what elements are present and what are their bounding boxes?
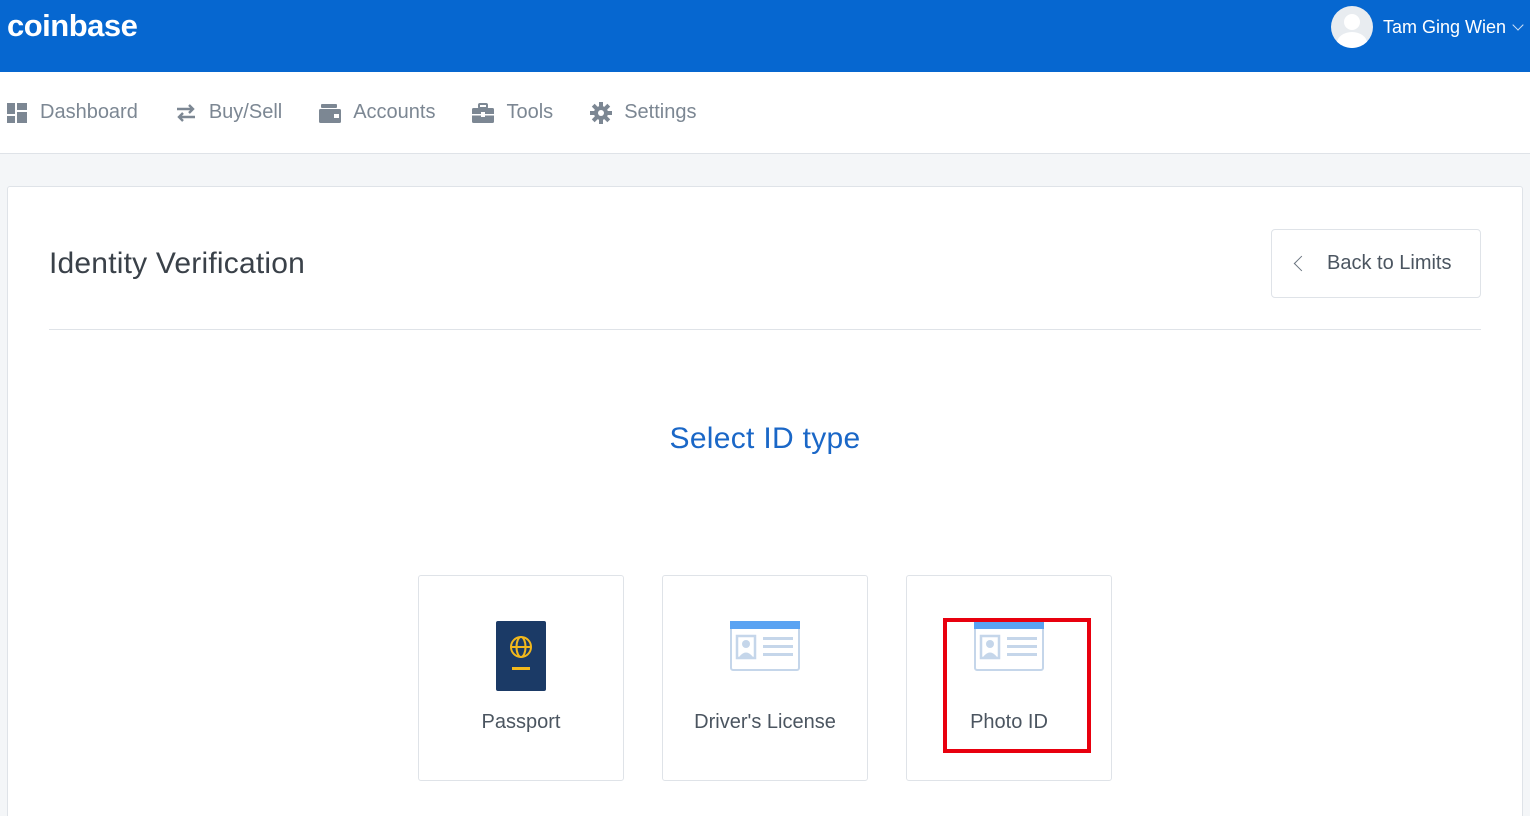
id-card-icon xyxy=(974,621,1044,671)
passport-icon xyxy=(496,621,546,691)
section-title: Select ID type xyxy=(669,422,861,455)
top-bar: coinbase Tam Ging Wien xyxy=(0,0,1530,72)
nav-item-label: Accounts xyxy=(353,101,436,123)
nav-item-buy-sell[interactable]: Buy/Sell xyxy=(175,101,282,124)
back-button-label: Back to Limits xyxy=(1327,252,1452,274)
nav-item-accounts[interactable]: Accounts xyxy=(319,101,435,124)
id-option-label: Photo ID xyxy=(970,711,1048,733)
id-card-icon xyxy=(730,621,800,671)
gear-icon xyxy=(590,101,613,124)
wallet-icon xyxy=(319,102,342,124)
nav-item-label: Buy/Sell xyxy=(208,101,283,123)
nav-item-label: Tools xyxy=(506,101,554,123)
user-name: Tam Ging Wien xyxy=(1382,16,1506,37)
page-title: Identity Verification xyxy=(49,247,306,280)
user-menu[interactable]: Tam Ging Wien xyxy=(1330,6,1524,48)
divider xyxy=(49,329,1481,330)
back-to-limits-button[interactable]: Back to Limits xyxy=(1271,229,1481,298)
swap-arrows-icon xyxy=(175,102,197,124)
id-option-passport[interactable]: Passport xyxy=(418,575,624,781)
nav-item-tools[interactable]: Tools xyxy=(472,101,553,124)
id-option-photo-id[interactable]: Photo ID xyxy=(906,575,1112,781)
id-option-drivers-license[interactable]: Driver's License xyxy=(662,575,868,781)
main-nav: Dashboard Buy/Sell Accounts Tools Settin… xyxy=(0,72,1530,154)
id-option-label: Passport xyxy=(481,711,561,733)
chevron-left-icon xyxy=(1293,255,1310,272)
chevron-down-icon xyxy=(1512,19,1524,31)
nav-item-dashboard[interactable]: Dashboard xyxy=(6,101,138,124)
coinbase-logo[interactable]: coinbase xyxy=(7,8,138,44)
nav-item-settings[interactable]: Settings xyxy=(590,101,696,124)
avatar xyxy=(1330,6,1373,48)
toolbox-icon xyxy=(472,102,495,124)
verification-card: Identity Verification Back to Limits Sel… xyxy=(7,186,1523,816)
nav-item-label: Settings xyxy=(624,101,697,123)
dashboard-grid-icon xyxy=(6,102,28,124)
id-option-label: Driver's License xyxy=(694,711,836,733)
nav-item-label: Dashboard xyxy=(40,101,138,123)
